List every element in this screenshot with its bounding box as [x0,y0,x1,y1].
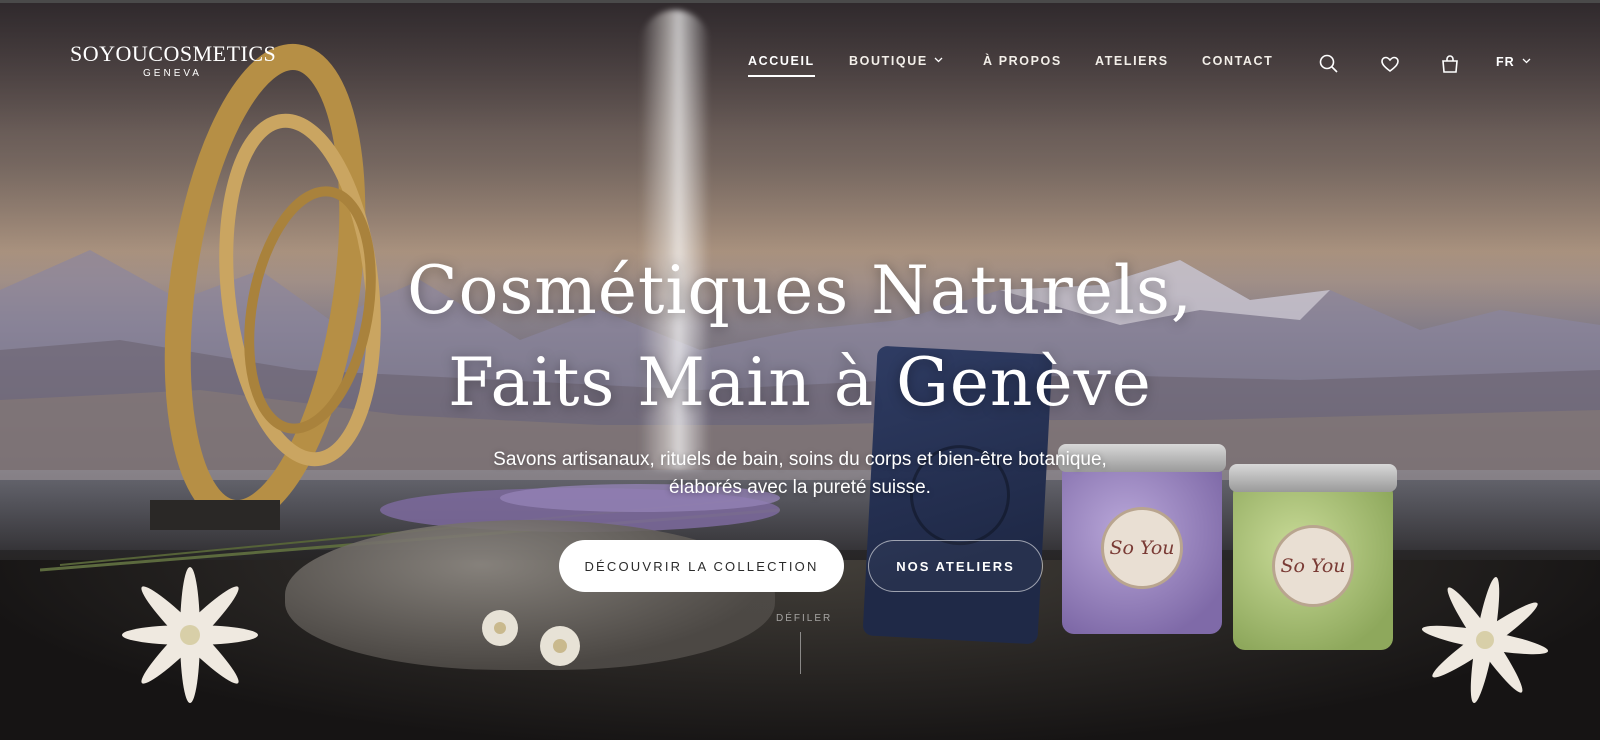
hero-section: So You So You SOYOUCOSMETICS GENEVA ACCU… [0,0,1600,740]
hero-title-line-1: Cosmétiques Naturels, [407,252,1193,329]
hero-title: Cosmétiques Naturels, Faits Main à Genèv… [300,245,1300,429]
workshops-button[interactable]: NOS ATELIERS [868,540,1043,592]
brand-location: GENEVA [143,68,202,79]
white-flower-icon [122,567,258,703]
jar-label: So You [1272,525,1354,607]
shopping-bag-icon[interactable] [1438,52,1462,76]
brand-logo[interactable]: SOYOUCOSMETICS GENEVA [70,41,277,80]
jar-label: So You [1101,507,1183,589]
scroll-hint[interactable]: DÉFILER [776,613,832,624]
edelweiss-icon [482,610,580,666]
nav-item-boutique[interactable]: BOUTIQUE [849,54,943,68]
hero-subtitle: Savons artisanaux, rituels de bain, soin… [400,446,1200,502]
language-label: FR [1496,55,1515,69]
jar-lid [1229,464,1397,492]
nav-item-ateliers[interactable]: ATELIERS [1095,54,1169,68]
nav-item-contact[interactable]: CONTACT [1202,54,1273,68]
nav-item-a-propos[interactable]: À PROPOS [983,54,1062,68]
site-header: SOYOUCOSMETICS GENEVA ACCUEIL BOUTIQUE À… [0,0,1600,120]
hero-title-line-2: Faits Main à Genève [448,344,1152,421]
chevron-down-icon [934,57,943,63]
nav-item-label: BOUTIQUE [849,54,928,68]
discover-collection-button[interactable]: DÉCOUVRIR LA COLLECTION [559,540,844,592]
language-selector[interactable]: FR [1496,55,1531,69]
nav-item-accueil[interactable]: ACCUEIL [748,54,815,77]
brand-name: SOYOUCOSMETICS [70,41,277,66]
green-bath-salt-jar: So You [1229,464,1397,650]
heart-icon[interactable] [1378,52,1402,76]
hero-subtitle-line-2: élaborés avec la pureté suisse. [669,477,931,498]
white-flower-icon [1421,576,1549,704]
search-icon[interactable] [1317,52,1341,76]
scroll-indicator-line [800,632,801,674]
chevron-down-icon [1522,58,1531,64]
hero-subtitle-line-1: Savons artisanaux, rituels de bain, soin… [493,449,1107,470]
